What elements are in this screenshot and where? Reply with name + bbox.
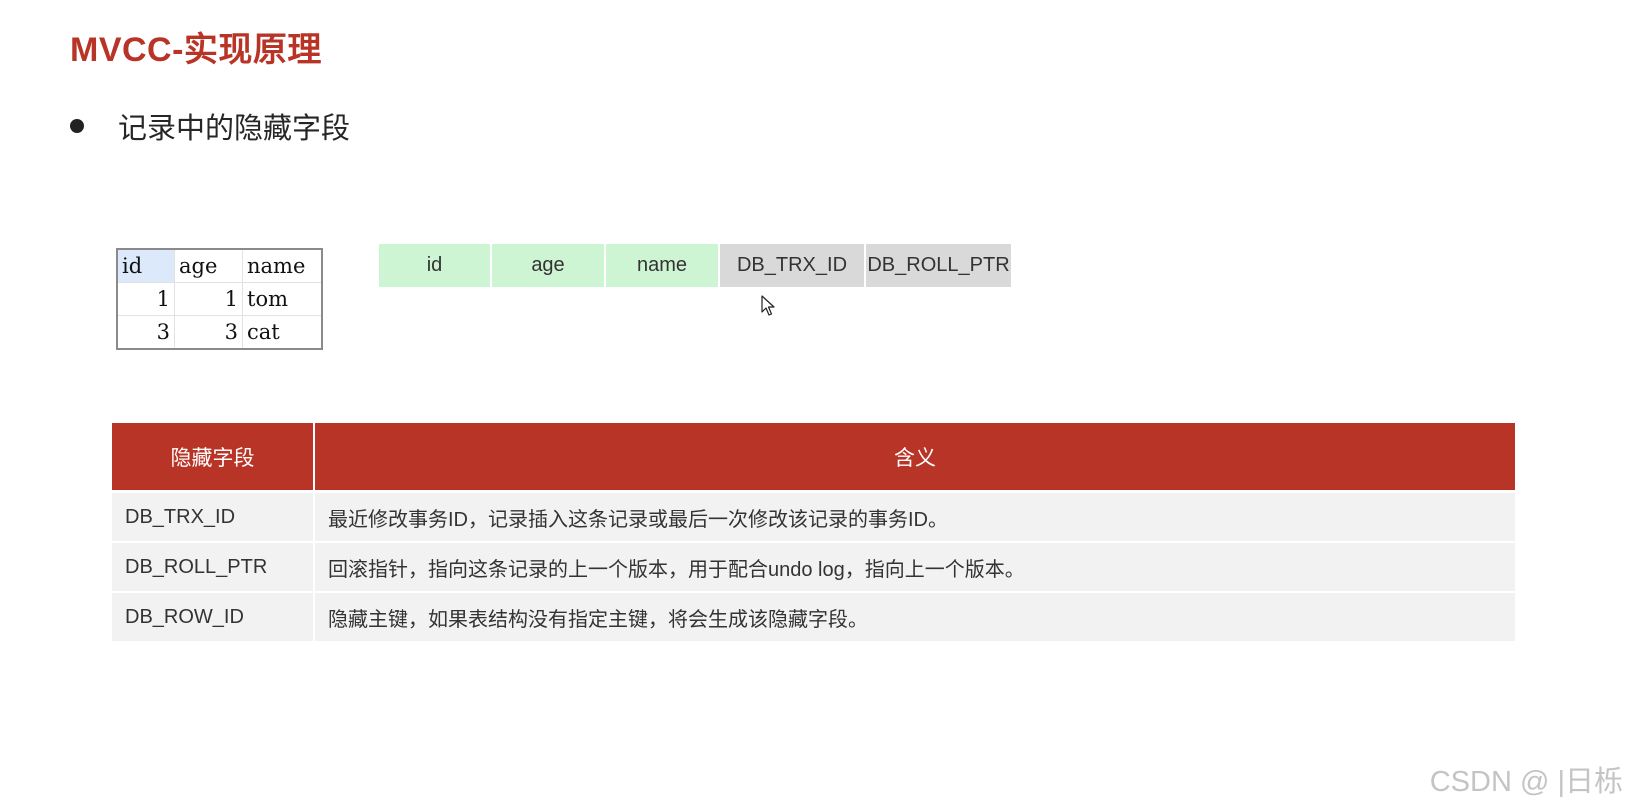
cell-id[interactable]: 3 (117, 315, 175, 350)
cell-age[interactable]: 1 (174, 282, 243, 316)
header-cell-name[interactable]: name (242, 249, 323, 283)
hidden-field-name: DB_ROLL_PTR (112, 542, 315, 593)
column-header-meaning: 含义 (314, 423, 1515, 492)
bullet-text: 记录中的隐藏字段 (118, 113, 351, 145)
field-cell-db-roll-ptr: DB_ROLL_PTR (866, 244, 1011, 287)
table-row: DB_ROW_ID 隐藏主键，如果表结构没有指定主键，将会生成该隐藏字段。 (112, 592, 1515, 643)
table-row: 1 1 tom (117, 282, 323, 316)
table-row: 3 3 cat (117, 315, 323, 350)
cell-name[interactable]: tom (242, 282, 323, 316)
column-header-hidden-field: 隐藏字段 (112, 423, 315, 492)
sample-records-header-row: id age name (117, 249, 323, 283)
hidden-field-name: DB_TRX_ID (112, 490, 315, 543)
hidden-field-meaning: 最近修改事务ID，记录插入这条记录或最后一次修改该记录的事务ID。 (314, 490, 1515, 543)
cell-name[interactable]: cat (242, 315, 323, 350)
hidden-field-name: DB_ROW_ID (112, 592, 315, 643)
hidden-field-meaning: 回滚指针，指向这条记录的上一个版本，用于配合undo log，指向上一个版本。 (314, 542, 1515, 593)
watermark: CSDN @ |日栎 (1429, 766, 1623, 798)
field-cell-name: name (606, 244, 718, 287)
field-cell-id: id (379, 244, 490, 287)
bullet-dot-icon (70, 119, 84, 133)
cell-age[interactable]: 3 (174, 315, 243, 350)
mouse-pointer-icon (761, 295, 775, 316)
table-row: DB_TRX_ID 最近修改事务ID，记录插入这条记录或最后一次修改该记录的事务… (112, 490, 1515, 543)
sample-records-table: id age name 1 1 tom 3 3 cat (116, 248, 323, 350)
record-field-strip: id age name DB_TRX_ID DB_ROLL_PTR (379, 244, 1013, 287)
hidden-field-meaning: 隐藏主键，如果表结构没有指定主键，将会生成该隐藏字段。 (314, 592, 1515, 643)
table-row: DB_ROLL_PTR 回滚指针，指向这条记录的上一个版本，用于配合undo l… (112, 542, 1515, 593)
bullet-item: 记录中的隐藏字段 (70, 104, 350, 148)
header-cell-age[interactable]: age (174, 249, 243, 283)
header-cell-id[interactable]: id (117, 249, 175, 283)
field-cell-db-trx-id: DB_TRX_ID (720, 244, 864, 287)
field-cell-age: age (492, 244, 604, 287)
cell-id[interactable]: 1 (117, 282, 175, 316)
hidden-fields-table: 隐藏字段 含义 DB_TRX_ID 最近修改事务ID，记录插入这条记录或最后一次… (112, 423, 1515, 643)
hidden-fields-header-row: 隐藏字段 含义 (112, 423, 1515, 492)
slide-title: MVCC-实现原理 (70, 31, 322, 69)
